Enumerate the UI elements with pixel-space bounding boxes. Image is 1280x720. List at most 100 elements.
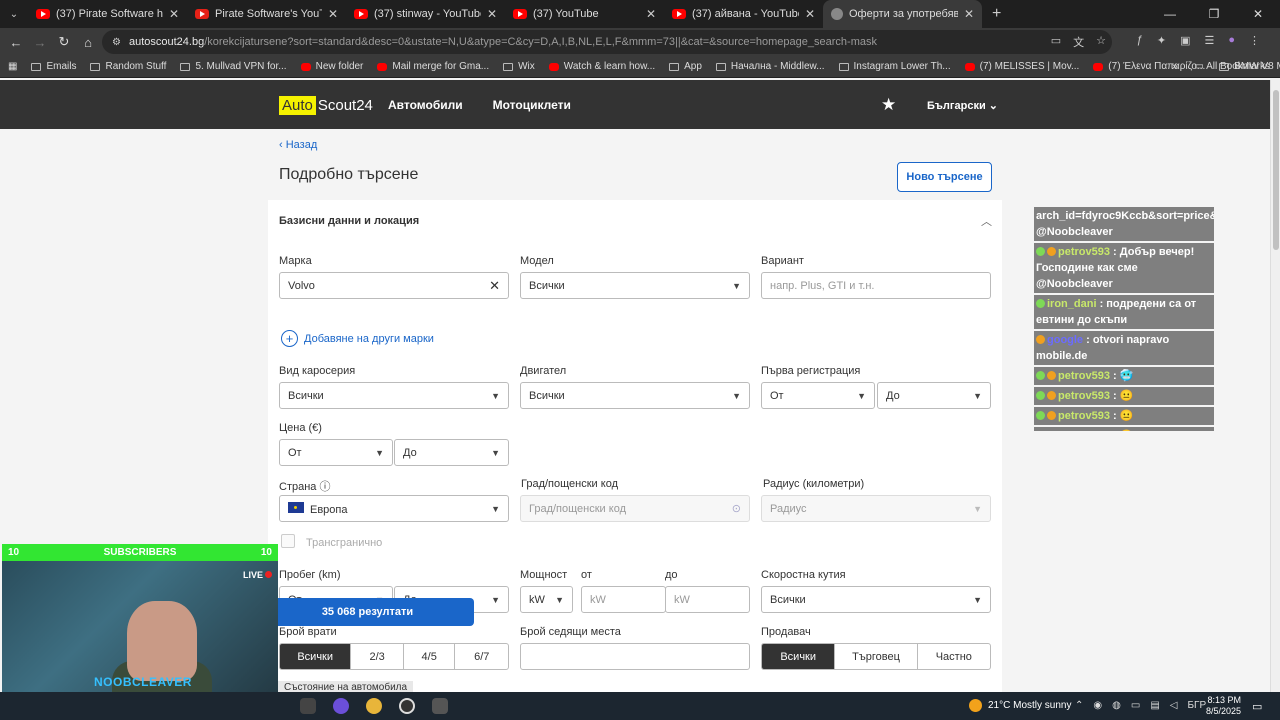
bookmark-item[interactable]: Mail merge for Gma... (377, 61, 489, 72)
bookmark-item[interactable]: App (669, 61, 702, 72)
page-scrollbar[interactable] (1270, 80, 1280, 692)
app-icon[interactable] (432, 698, 448, 714)
new-tab-button[interactable]: + (982, 0, 1011, 28)
bookmark-item[interactable]: Instagram Lower Th... (838, 61, 951, 72)
close-icon[interactable]: ✕ (964, 7, 974, 21)
chevron-down-icon: ▼ (973, 594, 982, 605)
back-link[interactable]: ‹ Назад (279, 139, 317, 151)
tray-icon[interactable]: ◉ (1093, 700, 1102, 711)
browser-tab[interactable]: (37) Pirate Software has comple✕ (28, 0, 187, 28)
forward-arrow-icon[interactable]: → (28, 35, 52, 50)
bookmark-item[interactable]: Emails (31, 61, 76, 72)
doors-option[interactable]: 4/5 (404, 644, 456, 669)
reload-icon[interactable]: ↻ (52, 34, 76, 50)
crossborder-checkbox[interactable] (281, 534, 295, 548)
close-icon[interactable]: ✕ (487, 7, 497, 21)
extension-icon[interactable]: ƒ (1137, 34, 1143, 47)
scrollbar-thumb[interactable] (1273, 90, 1279, 250)
body-type-select[interactable]: Всички ▼ (279, 382, 509, 409)
browser-tab[interactable]: (37) stinway - YouTube ✕ (346, 0, 505, 28)
clear-icon[interactable]: ✕ (489, 278, 500, 294)
price-to-select[interactable]: До ▼ (394, 439, 509, 466)
show-results-button[interactable]: 35 068 резултати (261, 598, 474, 626)
close-window-icon[interactable]: ✕ (1236, 0, 1280, 28)
menu-icon[interactable]: ⋮ (1249, 34, 1260, 47)
volume-icon[interactable]: ◁ (1170, 700, 1178, 711)
notification-icon[interactable]: ▭ (1252, 700, 1262, 713)
cast-icon[interactable]: ▭ (1051, 34, 1061, 50)
add-make-link[interactable]: + Добавяне на други марки (281, 330, 434, 347)
seller-option[interactable]: Частно (918, 644, 990, 669)
country-select[interactable]: Европа ▼ (279, 495, 509, 522)
app-icon[interactable] (300, 698, 316, 714)
autoscout24-logo[interactable]: Auto Scout24 (279, 96, 373, 115)
site-info-icon[interactable]: ⚙ (112, 37, 121, 48)
registration-to-select[interactable]: До ▼ (877, 382, 991, 409)
variant-input[interactable]: напр. Plus, GTI и т.н. (761, 272, 991, 299)
doors-option[interactable]: 2/3 (351, 644, 404, 669)
back-arrow-icon[interactable]: ← (4, 35, 28, 50)
registration-from-select[interactable]: От ▼ (761, 382, 875, 409)
network-icon[interactable]: ▤ (1150, 700, 1159, 711)
bookmark-item[interactable]: Wix (503, 61, 535, 72)
doors-option[interactable]: Всички (280, 644, 352, 669)
tab-search-icon[interactable]: ⌄ (0, 0, 28, 28)
puzzle-icon[interactable]: ▣ (1180, 34, 1190, 47)
restore-icon[interactable]: ❐ (1192, 0, 1236, 28)
bookmark-item[interactable]: 5. Mullvad VPN for... (180, 61, 287, 72)
bookmark-item[interactable]: Random Stuff (90, 61, 166, 72)
power-unit-select[interactable]: kW ▼ (520, 586, 573, 613)
doors-option[interactable]: 6/7 (455, 644, 508, 669)
price-from-select[interactable]: От ▼ (279, 439, 393, 466)
radius-select[interactable]: Радиус ▼ (761, 495, 991, 522)
weather-widget[interactable]: 21°C Mostly sunny (969, 699, 1071, 712)
close-icon[interactable]: ✕ (805, 7, 815, 21)
obs-icon[interactable] (399, 698, 415, 714)
seats-select[interactable] (520, 643, 750, 670)
power-from-input[interactable]: kW (581, 586, 666, 613)
bookmark-item[interactable]: Начална - Middlew... (715, 61, 825, 72)
chrome-icon[interactable] (366, 698, 382, 714)
browser-tab-active[interactable]: Оферти за употребявани Volv✕ (823, 0, 982, 28)
profile-icon[interactable]: ● (1228, 34, 1235, 47)
browser-tab[interactable]: (37) YouTube ✕ (505, 0, 664, 28)
seller-option[interactable]: Търговец (835, 644, 918, 669)
tray-icon[interactable]: ◍ (1112, 700, 1121, 711)
minimize-icon[interactable]: — (1148, 0, 1192, 28)
model-select[interactable]: Всички ▼ (520, 272, 750, 299)
gearbox-select[interactable]: Всички ▼ (761, 586, 991, 613)
input-language[interactable]: БГР (1187, 700, 1206, 711)
language-selector[interactable]: Български ⌄ (927, 99, 998, 112)
home-icon[interactable]: ⌂ (76, 35, 100, 50)
all-bookmarks-button[interactable]: » ▭ All Bookmarks (1172, 61, 1270, 72)
city-input[interactable]: Град/пощенски код ⊙ (520, 495, 750, 522)
bookmark-item[interactable]: Watch & learn how... (548, 61, 655, 72)
close-icon[interactable]: ✕ (169, 7, 179, 21)
apps-grid-icon[interactable]: ▦ (8, 61, 17, 72)
engine-select[interactable]: Всички ▼ (520, 382, 750, 409)
reading-list-icon[interactable]: ☰ (1204, 34, 1214, 47)
browser-tab[interactable]: (37) айвана - YouTube ✕ (664, 0, 823, 28)
close-icon[interactable]: ✕ (646, 7, 656, 21)
seller-option[interactable]: Всички (762, 644, 836, 669)
browser-tab[interactable]: Pirate Software's YouTube Stati✕ (187, 0, 346, 28)
bookmark-star-icon[interactable]: ☆ (1096, 34, 1106, 50)
chevron-up-icon[interactable]: ︿ (981, 213, 992, 229)
favorites-star-icon[interactable]: ★ (881, 95, 896, 115)
bookmark-item[interactable]: (7) MELISSES | Mov... (964, 61, 1079, 72)
bookmark-item[interactable]: New folder (300, 61, 363, 72)
clock[interactable]: 8:13 PM 8/5/2025 (1206, 695, 1241, 717)
make-field[interactable]: Volvo ✕ (279, 272, 509, 299)
app-icon[interactable] (333, 698, 349, 714)
nav-motorcycles[interactable]: Мотоциклети (493, 98, 571, 112)
nav-cars[interactable]: Автомобили (388, 98, 463, 112)
power-to-input[interactable]: kW (665, 586, 750, 613)
translate-icon[interactable]: 文 (1073, 34, 1084, 50)
country-label: Страна ⓘ (279, 481, 331, 493)
chevron-up-icon[interactable]: ⌃ (1075, 700, 1083, 711)
new-search-button[interactable]: Ново търсене (897, 162, 992, 192)
address-bar[interactable]: ⚙ autoscout24.bg/korekcijatursene?sort=s… (102, 30, 1112, 54)
extension-icon[interactable]: ✦ (1157, 34, 1166, 47)
close-icon[interactable]: ✕ (328, 7, 338, 21)
tray-icon[interactable]: ▭ (1131, 700, 1140, 711)
